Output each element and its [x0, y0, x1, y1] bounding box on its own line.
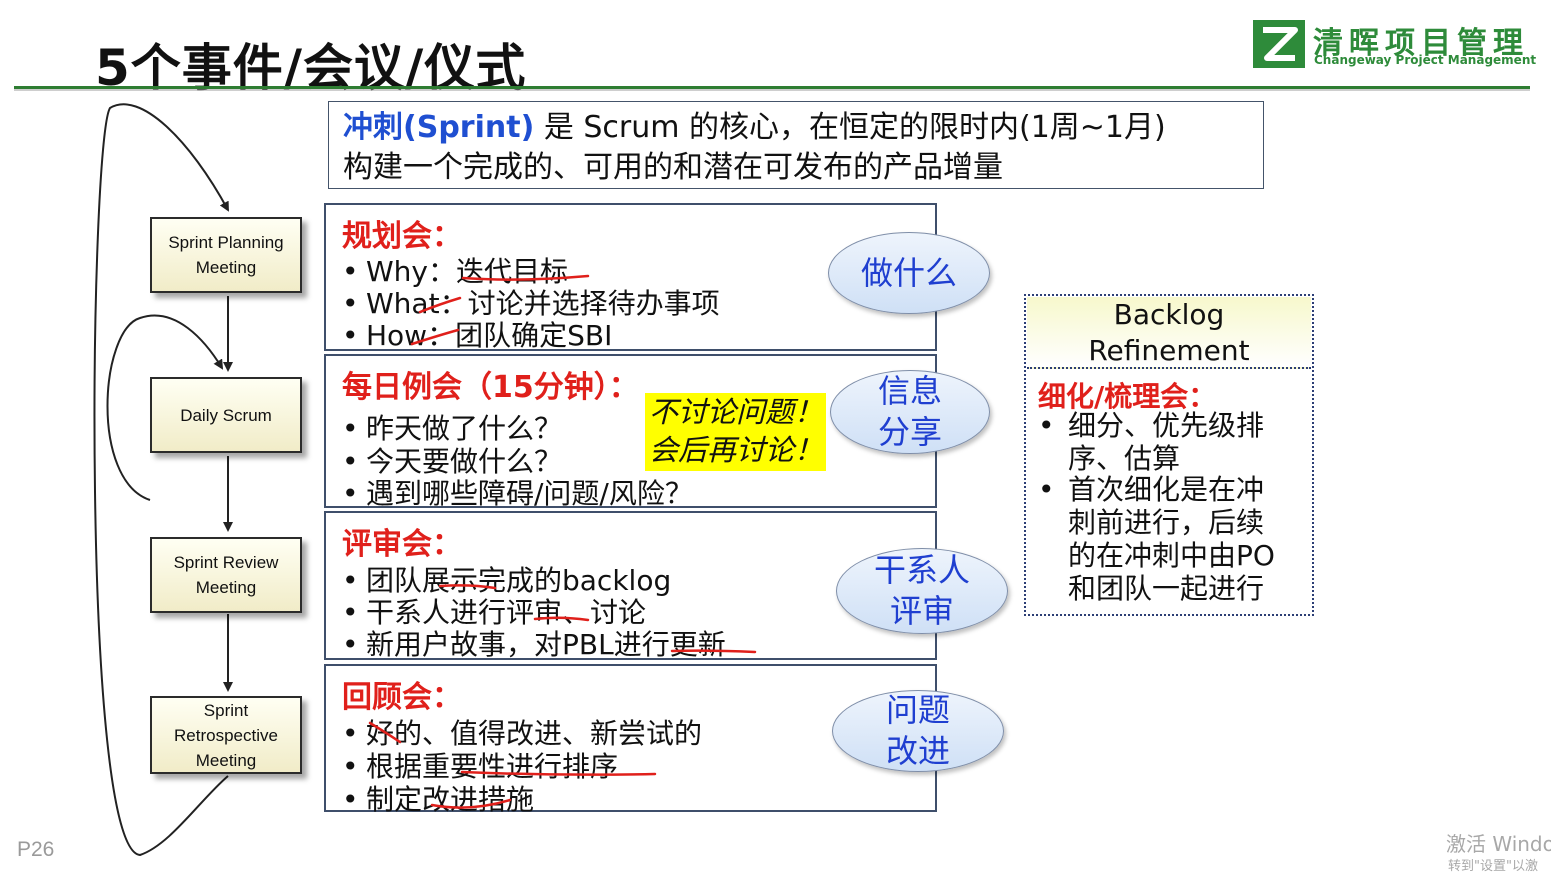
- list-item: •: [1038, 409, 1055, 442]
- list-item: •: [1038, 473, 1055, 506]
- activation-watermark-sub: 转到"设置"以激: [1448, 859, 1538, 874]
- page-number: P26: [17, 838, 55, 861]
- note-box: 不讨论问题！ 会后再讨论！: [645, 393, 826, 471]
- tag-share: 信息 分享: [830, 370, 990, 454]
- tag-what: 做什么: [828, 232, 990, 314]
- tag-stakeholder-review: 干系人 评审: [836, 548, 1008, 634]
- list-item: 首次细化是在冲 刺前进行，后续 的在冲刺中由PO 和团队一起进行: [1068, 473, 1275, 605]
- list-item: 细分、优先级排 序、估算: [1068, 409, 1265, 475]
- activation-watermark: 激活 Windo: [1446, 832, 1551, 856]
- tag-improve: 问题 改进: [832, 690, 1004, 772]
- backlog-refinement-title: Backlog Refinement: [1027, 297, 1311, 369]
